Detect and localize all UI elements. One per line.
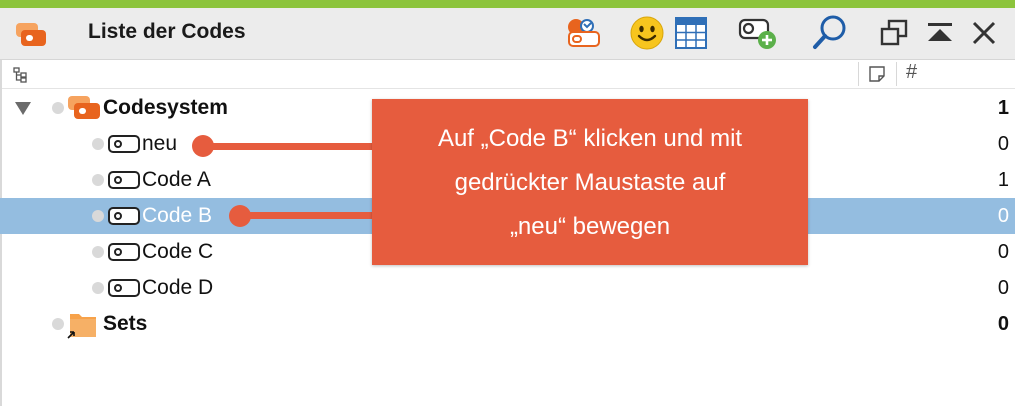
frequency-column-header[interactable]: #: [906, 61, 917, 84]
emoticode-button[interactable]: [628, 14, 666, 52]
tree-label: Code D: [142, 276, 214, 299]
window-accent-bar: [0, 0, 1015, 8]
expand-triangle-icon[interactable]: [14, 100, 32, 116]
callout-anchor-dot: [192, 135, 214, 157]
code-system-icon: [68, 96, 100, 119]
emoticon-icon: [630, 16, 664, 50]
code-icon: [108, 279, 140, 297]
code-count: 0: [997, 313, 1009, 335]
title-bar: Liste der Codes: [0, 8, 1015, 60]
code-count: 0: [997, 241, 1009, 263]
status-dot: [92, 138, 104, 150]
code-count: 1: [997, 97, 1009, 119]
code-activation-button[interactable]: [560, 14, 604, 52]
callout-text: Auf „Code B“ klicken und mit gedrückter …: [437, 125, 743, 240]
window-title: Liste der Codes: [88, 20, 246, 43]
new-code-button[interactable]: [736, 14, 780, 52]
code-matrix-button[interactable]: [672, 14, 710, 52]
code-icon: [108, 243, 140, 261]
undock-window-button[interactable]: [876, 14, 912, 52]
close-icon: [972, 21, 996, 45]
collapse-icon: [928, 23, 952, 41]
tree-label: Codesystem: [103, 96, 228, 119]
tree-label: Sets: [103, 312, 148, 335]
close-button[interactable]: [966, 14, 1002, 52]
code-system-icon: [16, 23, 46, 46]
memo-column-icon[interactable]: [868, 65, 886, 83]
undock-window-icon: [880, 19, 908, 46]
sets-folder-icon: [67, 314, 96, 339]
code-count: 1: [997, 169, 1009, 191]
code-icon: [108, 135, 140, 153]
column-separator: [858, 62, 859, 86]
code-icon: [108, 171, 140, 189]
status-dot: [92, 246, 104, 258]
column-separator: [896, 62, 897, 86]
status-dot: [92, 210, 104, 222]
tree-label: neu: [142, 132, 178, 155]
tree-row-sets[interactable]: Sets 0: [0, 306, 1015, 342]
column-header: #: [0, 60, 1015, 89]
code-activation-icon: [568, 19, 600, 47]
code-matrix-icon: [675, 17, 707, 49]
callout-anchor-dot: [229, 205, 251, 227]
search-icon: [813, 15, 846, 49]
code-count: 0: [997, 133, 1009, 155]
tree-label: Code B: [142, 204, 213, 227]
callout-connector: [203, 143, 375, 150]
code-count: 0: [997, 277, 1009, 299]
callout-connector: [240, 212, 375, 219]
tree-structure-icon[interactable]: [12, 66, 30, 84]
tree-row-code[interactable]: Code D 0: [0, 270, 1015, 306]
status-dot: [52, 318, 64, 330]
search-button[interactable]: [808, 14, 852, 52]
instruction-callout: Auf „Code B“ klicken und mit gedrückter …: [372, 99, 808, 265]
status-dot: [92, 282, 104, 294]
tree-label: Code A: [142, 168, 211, 191]
status-dot: [92, 174, 104, 186]
status-dot: [52, 102, 64, 114]
code-icon: [108, 207, 140, 225]
collapse-button[interactable]: [922, 14, 958, 52]
new-code-icon: [738, 18, 776, 49]
tree-label: Code C: [142, 240, 214, 263]
code-count: 0: [997, 205, 1009, 227]
